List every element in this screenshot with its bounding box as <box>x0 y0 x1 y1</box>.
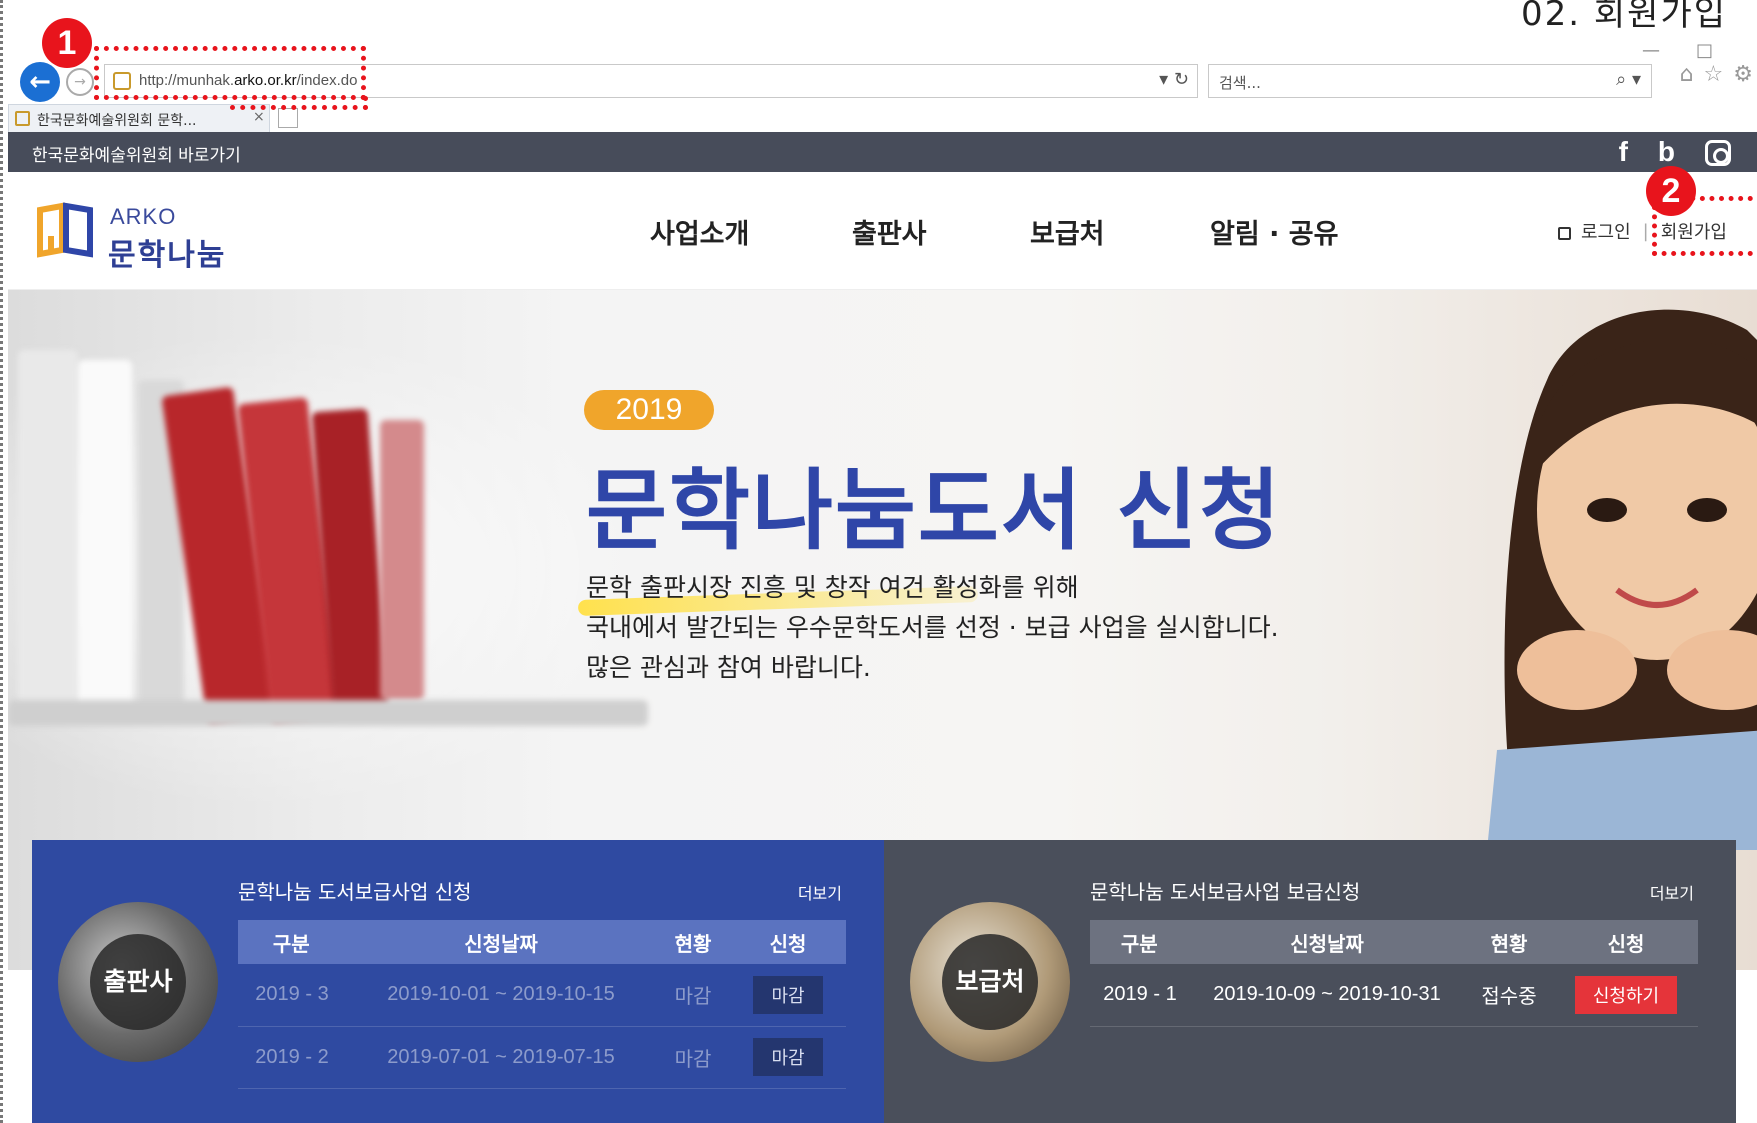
page-edge-dotted-line <box>0 0 3 1123</box>
nav-item-library[interactable]: 보급처 <box>1030 212 1105 251</box>
publisher-panel-title: 문학나눔 도서보급사업 신청 <box>238 880 472 904</box>
refresh-icon[interactable]: ▾ ↻ <box>1159 69 1189 90</box>
cell-period: 2019 - 2 <box>238 1026 346 1089</box>
tab-title: 한국문화예술위원회 문학... <box>37 113 197 129</box>
annotation-box-url <box>94 46 366 100</box>
facebook-icon[interactable]: f <box>1619 136 1628 168</box>
new-tab-button[interactable] <box>278 108 298 128</box>
window-controls: — □ <box>1642 40 1713 61</box>
cell-apply: 신청하기 <box>1554 964 1698 1027</box>
login-link[interactable]: 로그인 <box>1581 218 1631 244</box>
link-divider: | <box>1642 220 1649 242</box>
cell-status: 마감 <box>656 964 730 1027</box>
col-header-period: 구분 <box>238 920 346 964</box>
col-header-status: 현황 <box>1464 920 1554 964</box>
screenshot-root: 02. 회원가입 — □ ← → http://munhak.arko.or.k… <box>0 0 1757 1123</box>
publisher-table: 구분 신청날짜 현황 신청 2019 - 3 2019-10-01 ~ 2019… <box>238 920 848 1089</box>
library-panel-title: 문학나눔 도서보급사업 보급신청 <box>1090 880 1361 904</box>
cell-status: 접수중 <box>1464 964 1554 1027</box>
maximize-button[interactable]: □ <box>1696 40 1713 61</box>
arko-shortcut-link[interactable]: 한국문화예술위원회 바로가기 <box>32 141 241 166</box>
site-topbar: 한국문화예술위원회 바로가기 f b <box>8 132 1757 172</box>
hero-text-line: 국내에서 발간되는 우수문학도서를 선정 · 보급 사업을 실시합니다. <box>586 613 1279 642</box>
minimize-button[interactable]: — <box>1642 40 1660 61</box>
annotation-marker-2: 2 <box>1646 166 1696 216</box>
forward-button[interactable]: → <box>66 68 94 96</box>
publisher-badge-label: 출판사 <box>90 934 186 1030</box>
cell-dates: 2019-07-01 ~ 2019-07-15 <box>346 1026 656 1089</box>
col-header-dates: 신청날짜 <box>1190 920 1464 964</box>
cell-status: 마감 <box>656 1026 730 1089</box>
table-row: 2019 - 2 2019-07-01 ~ 2019-07-15 마감 마감 <box>238 1026 846 1089</box>
table-header-row: 구분 신청날짜 현황 신청 <box>238 920 846 964</box>
search-icon[interactable]: ⌕ ▾ <box>1616 69 1641 90</box>
browser-search-field[interactable]: 검색... ⌕ ▾ <box>1208 64 1652 98</box>
search-placeholder: 검색... <box>1219 74 1261 92</box>
cell-period: 2019 - 3 <box>238 964 346 1027</box>
table-row: 2019 - 1 2019-10-09 ~ 2019-10-31 접수중 신청하… <box>1090 964 1698 1027</box>
step-label: 02. 회원가입 <box>1521 0 1727 34</box>
col-header-dates: 신청날짜 <box>346 920 656 964</box>
cell-period: 2019 - 1 <box>1090 964 1190 1027</box>
closed-button[interactable]: 마감 <box>753 975 823 1014</box>
lock-icon <box>1557 226 1571 240</box>
table-header-row: 구분 신청날짜 현황 신청 <box>1090 920 1698 964</box>
site-header: ARKO 문학나눔 사업소개 출판사 보급처 알림 · 공유 로그인 | 회원가… <box>8 172 1757 290</box>
library-table: 구분 신청날짜 현황 신청 2019 - 1 2019-10-09 ~ 2019… <box>1090 920 1700 1027</box>
col-header-apply: 신청 <box>730 920 846 964</box>
col-header-period: 구분 <box>1090 920 1190 964</box>
annotation-marker-1: 1 <box>42 18 92 68</box>
social-links: f b <box>1619 136 1731 168</box>
cell-apply: 마감 <box>730 1026 846 1089</box>
book-image <box>18 350 78 710</box>
book-image <box>380 420 424 700</box>
cell-apply: 마감 <box>730 964 846 1027</box>
library-application-panel: 보급처 문학나눔 도서보급사업 보급신청 더보기 구분 신청날짜 현황 신청 2… <box>884 840 1736 1123</box>
nav-item-about[interactable]: 사업소개 <box>650 212 749 251</box>
shelf-board <box>8 700 648 726</box>
library-badge-image[interactable]: 보급처 <box>910 902 1070 1062</box>
main-nav: 사업소개 출판사 보급처 알림 · 공유 <box>8 212 1757 252</box>
instagram-icon[interactable] <box>1705 140 1731 166</box>
library-badge-label: 보급처 <box>942 934 1038 1030</box>
publisher-badge-image[interactable]: 출판사 <box>58 902 218 1062</box>
hero-text-line: 많은 관심과 참여 바랍니다. <box>586 653 871 682</box>
cell-dates: 2019-10-09 ~ 2019-10-31 <box>1190 964 1464 1027</box>
nav-item-publisher[interactable]: 출판사 <box>852 212 927 251</box>
col-header-status: 현황 <box>656 920 730 964</box>
cell-dates: 2019-10-01 ~ 2019-10-15 <box>346 964 656 1027</box>
closed-button[interactable]: 마감 <box>753 1038 823 1076</box>
browser-toolbar-icons: ⌂ ☆ ⚙ <box>1680 62 1753 87</box>
col-header-apply: 신청 <box>1554 920 1698 964</box>
home-icon[interactable]: ⌂ <box>1680 62 1694 87</box>
table-row: 2019 - 3 2019-10-01 ~ 2019-10-15 마감 마감 <box>238 964 846 1027</box>
publisher-application-panel: 출판사 문학나눔 도서보급사업 신청 더보기 구분 신청날짜 현황 신청 201… <box>32 840 884 1123</box>
hero-text-line: 문학 출판시장 진흥 및 창작 여건 활성화를 위해 <box>586 573 1079 602</box>
publisher-more-link[interactable]: 더보기 <box>798 880 842 904</box>
book-image <box>78 360 132 710</box>
annotation-box-url-lower <box>230 96 368 110</box>
gear-icon[interactable]: ⚙ <box>1733 62 1753 87</box>
apply-button[interactable]: 신청하기 <box>1574 975 1678 1014</box>
child-photo <box>1487 309 1757 850</box>
tab-close-icon[interactable]: × <box>253 109 265 125</box>
nav-item-notice[interactable]: 알림 · 공유 <box>1210 212 1338 251</box>
blog-icon[interactable]: b <box>1658 136 1675 168</box>
star-icon[interactable]: ☆ <box>1704 62 1724 87</box>
hero-year-badge: 2019 <box>584 390 714 430</box>
tab-favicon-icon <box>15 111 30 126</box>
hero-title: 문학나눔도서 신청 <box>586 459 1283 562</box>
library-more-link[interactable]: 더보기 <box>1650 880 1694 904</box>
back-button[interactable]: ← <box>20 62 60 102</box>
